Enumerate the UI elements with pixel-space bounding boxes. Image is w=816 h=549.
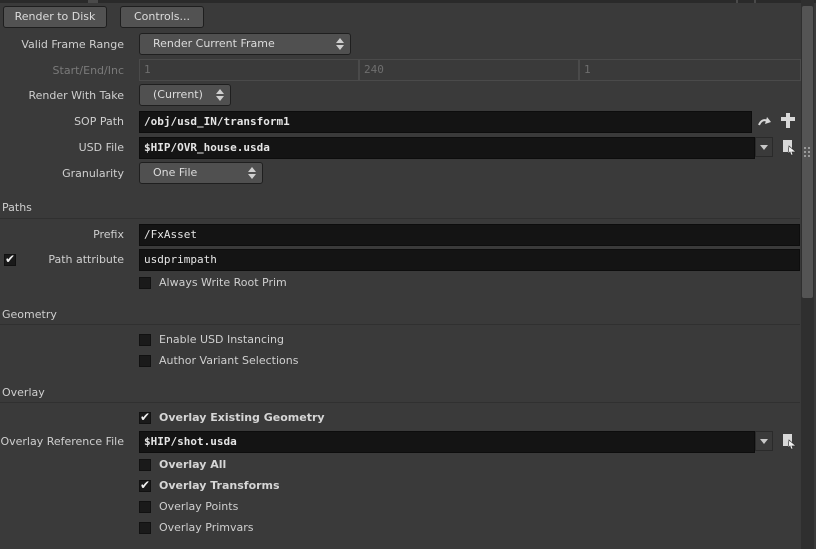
overlay-points-checkbox[interactable] [139,501,151,513]
start-frame-field[interactable]: 1 [139,59,359,81]
overlay-section-title: Overlay [2,386,45,399]
valid-frame-range-value: Render Current Frame [153,37,275,50]
usd-file-field[interactable]: $HIP/OVR_house.usda [139,137,755,159]
always-write-root-prim-checkbox[interactable] [139,277,151,289]
render-with-take-value: (Current) [153,88,203,101]
enable-usd-instancing-label: Enable USD Instancing [159,333,284,346]
menu-arrows-icon [336,37,344,51]
menu-arrows-icon [216,88,224,102]
render-with-take-menu[interactable]: (Current) [139,84,231,106]
overlay-transforms-label: Overlay Transforms [159,479,280,492]
valid-frame-range-menu[interactable]: Render Current Frame [139,33,351,55]
overlay-primvars-label: Overlay Primvars [159,521,254,534]
controls-button[interactable]: Controls... [120,6,204,28]
granularity-label: Granularity [62,167,124,180]
overlay-reference-file-label: Overlay Reference File [0,435,124,448]
usd-file-dropdown-icon[interactable] [755,137,773,157]
end-frame-field[interactable]: 240 [359,59,579,81]
overlay-points-label: Overlay Points [159,500,239,513]
always-write-root-prim-label: Always Write Root Prim [159,276,287,289]
overlay-primvars-checkbox[interactable] [139,522,151,534]
file-browse-icon[interactable] [780,138,798,156]
menu-arrows-icon [248,166,256,180]
jump-to-operator-icon[interactable] [756,113,774,131]
operator-chooser-icon[interactable] [779,112,797,130]
section-divider [0,324,800,325]
author-variant-selections-label: Author Variant Selections [159,354,299,367]
granularity-value: One File [153,166,198,179]
top-border [0,0,816,3]
overlay-reference-file-field[interactable]: $HIP/shot.usda [139,431,755,453]
sop-path-field[interactable]: /obj/usd_IN/transform1 [139,111,752,133]
section-divider [0,218,800,219]
overlay-all-checkbox[interactable] [139,459,151,471]
author-variant-selections-checkbox[interactable] [139,355,151,367]
prefix-label: Prefix [93,228,124,241]
file-browse-icon[interactable] [780,432,798,450]
paths-section-title: Paths [2,201,32,214]
path-attribute-field[interactable]: usdprimpath [139,249,800,271]
usd-file-label: USD File [78,141,124,154]
inc-frame-field[interactable]: 1 [579,59,801,81]
valid-frame-range-label: Valid Frame Range [21,38,124,51]
overlay-existing-geometry-checkbox[interactable] [139,410,151,424]
section-divider [0,402,800,403]
enable-usd-instancing-checkbox[interactable] [139,334,151,346]
geometry-section-title: Geometry [2,308,57,321]
granularity-menu[interactable]: One File [139,162,263,184]
render-with-take-label: Render With Take [28,89,124,102]
path-attribute-label: Path attribute [48,253,124,266]
render-to-disk-button[interactable]: Render to Disk [3,6,107,28]
sop-path-label: SOP Path [74,115,124,128]
prefix-field[interactable]: /FxAsset [139,224,800,246]
overlay-existing-geometry-label: Overlay Existing Geometry [159,411,325,424]
overlay-transforms-checkbox[interactable] [139,478,151,492]
overlay-all-label: Overlay All [159,458,227,471]
start-end-inc-label: Start/End/Inc [52,64,124,77]
resize-grip-icon[interactable] [803,146,813,158]
overlay-reference-file-dropdown-icon[interactable] [755,431,773,451]
